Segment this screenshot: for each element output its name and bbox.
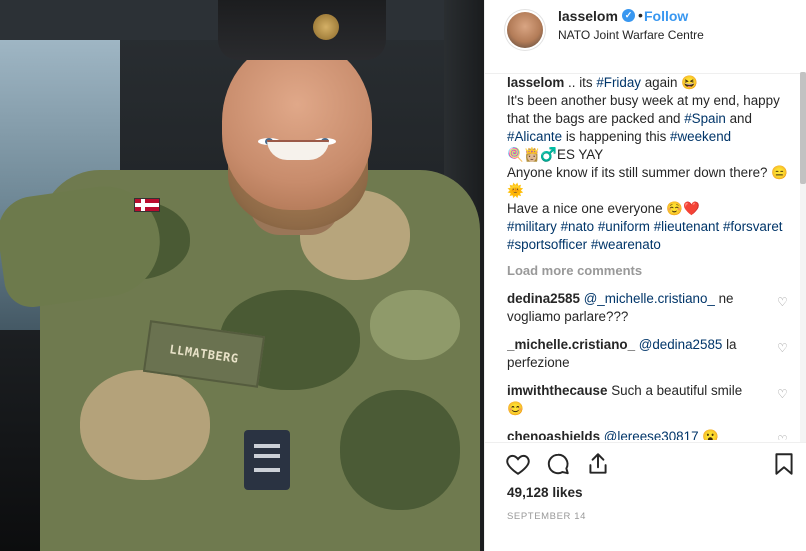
hashtag[interactable]: #wearenato xyxy=(591,237,661,252)
like-heart-icon[interactable] xyxy=(505,451,531,477)
face xyxy=(222,40,372,210)
hashtag[interactable]: #military xyxy=(507,219,557,234)
caption-text: 🍭👸🏼♂️ES YAY xyxy=(507,147,604,162)
post-photo[interactable]: LLMATBERG xyxy=(0,0,484,551)
hashtag[interactable]: #lieutenant xyxy=(654,219,720,234)
beret xyxy=(218,0,386,60)
follow-button[interactable]: Follow xyxy=(644,8,688,24)
caption-text: is happening this xyxy=(562,129,671,144)
comment-mention[interactable]: @dedina2585 xyxy=(639,337,723,352)
caption-text: and xyxy=(725,111,752,126)
verified-check-icon: ✓ xyxy=(622,9,635,22)
load-more-comments-button[interactable]: Load more comments xyxy=(507,262,789,280)
hashtag-alicante[interactable]: #Alicante xyxy=(507,129,562,144)
hashtag-weekend[interactable]: #weekend xyxy=(670,129,731,144)
hashtag[interactable]: #uniform xyxy=(598,219,650,234)
comment-item: _michelle.cristiano_ @dedina2585 la perf… xyxy=(507,336,789,372)
like-comment-heart-icon[interactable]: ♡ xyxy=(777,434,789,440)
rank-insignia xyxy=(244,430,290,490)
action-bar xyxy=(485,442,806,482)
comment-text: 😮 xyxy=(698,429,719,440)
hashtag[interactable]: #nato xyxy=(561,219,595,234)
separator-dot: • xyxy=(638,7,643,23)
caption-text: .. its xyxy=(564,75,597,90)
hashtag-friday[interactable]: #Friday xyxy=(596,75,641,90)
comment-username[interactable]: _michelle.cristiano_ xyxy=(507,337,635,352)
norway-flag-patch xyxy=(134,198,160,212)
caption-text: Have a nice one everyone ☺️❤️ xyxy=(507,201,700,216)
post-panel: lasselom ✓ • Follow NATO Joint Warfare C… xyxy=(484,0,806,551)
caption: lasselom .. its #Friday again 😆 It's bee… xyxy=(507,72,789,254)
header-username[interactable]: lasselom xyxy=(558,8,618,24)
caption-username[interactable]: lasselom xyxy=(507,75,564,90)
location-link[interactable]: NATO Joint Warfare Centre xyxy=(558,28,704,42)
caption-text: Anyone know if its still summer down the… xyxy=(507,165,788,198)
comment-username[interactable]: chenoashields xyxy=(507,429,600,440)
comment-item: chenoashields @lereese30817 😮 ♡ xyxy=(507,428,789,440)
cap-badge xyxy=(313,14,339,40)
scrollbar-thumb[interactable] xyxy=(800,72,806,184)
comment-bubble-icon[interactable] xyxy=(545,451,571,477)
hashtag[interactable]: #sportsofficer xyxy=(507,237,587,252)
like-comment-heart-icon[interactable]: ♡ xyxy=(777,342,789,354)
comment-item: dedina2585 @_michelle.cristiano_ ne vogl… xyxy=(507,290,789,326)
like-comment-heart-icon[interactable]: ♡ xyxy=(777,296,789,308)
hashtag[interactable]: #forsvaret xyxy=(723,219,783,234)
avatar[interactable] xyxy=(507,12,543,48)
likes-count[interactable]: 49,128 likes xyxy=(507,485,583,500)
comment-mention[interactable]: @lereese30817 xyxy=(604,429,699,440)
save-bookmark-icon[interactable] xyxy=(771,451,797,477)
post-header: lasselom ✓ • Follow NATO Joint Warfare C… xyxy=(485,0,806,74)
post-date[interactable]: SEPTEMBER 14 xyxy=(507,511,586,522)
hashtag-spain[interactable]: #Spain xyxy=(684,111,726,126)
like-comment-heart-icon[interactable]: ♡ xyxy=(777,388,789,400)
comment-username[interactable]: dedina2585 xyxy=(507,291,580,306)
share-upload-icon[interactable] xyxy=(585,451,611,477)
comment-username[interactable]: imwiththecause xyxy=(507,383,607,398)
caption-text: again 😆 xyxy=(640,75,698,90)
comment-item: imwiththecause Such a beautiful smile 😊 … xyxy=(507,382,789,418)
comment-mention[interactable]: @_michelle.cristiano_ xyxy=(584,291,715,306)
comments-section[interactable]: lasselom .. its #Friday again 😆 It's bee… xyxy=(507,72,789,440)
comments-scrollbar[interactable] xyxy=(800,72,806,442)
